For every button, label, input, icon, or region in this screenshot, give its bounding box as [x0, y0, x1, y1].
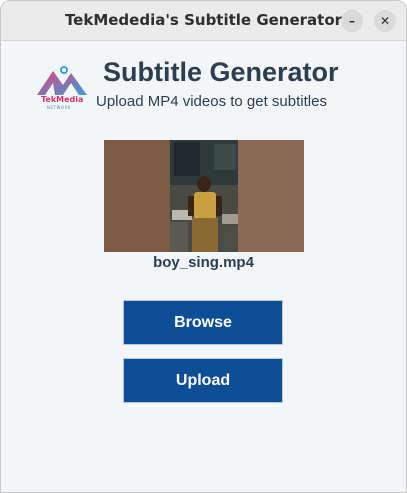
close-button[interactable]: ✕: [374, 10, 396, 32]
minimize-button[interactable]: –: [341, 10, 363, 32]
video-filename: boy_sing.mp4: [153, 254, 254, 271]
minimize-icon: –: [349, 14, 355, 28]
close-icon: ✕: [379, 14, 391, 28]
logo-tagline: NETWORK: [47, 105, 71, 110]
logo-brand-text: TekMedia: [41, 95, 84, 104]
app-window: TekMededia's Subtitle Generator – ✕ TekM…: [0, 0, 407, 493]
page-subtitle: Upload MP4 videos to get subtitles: [96, 93, 327, 110]
title-bar[interactable]: TekMededia's Subtitle Generator – ✕: [1, 1, 406, 41]
video-thumbnail: [104, 140, 304, 252]
browse-button[interactable]: Browse: [123, 300, 283, 345]
upload-button[interactable]: Upload: [123, 358, 283, 403]
page-title: Subtitle Generator: [103, 57, 339, 87]
main-content: TekMedia NETWORK Subtitle Generator Uplo…: [1, 41, 406, 492]
